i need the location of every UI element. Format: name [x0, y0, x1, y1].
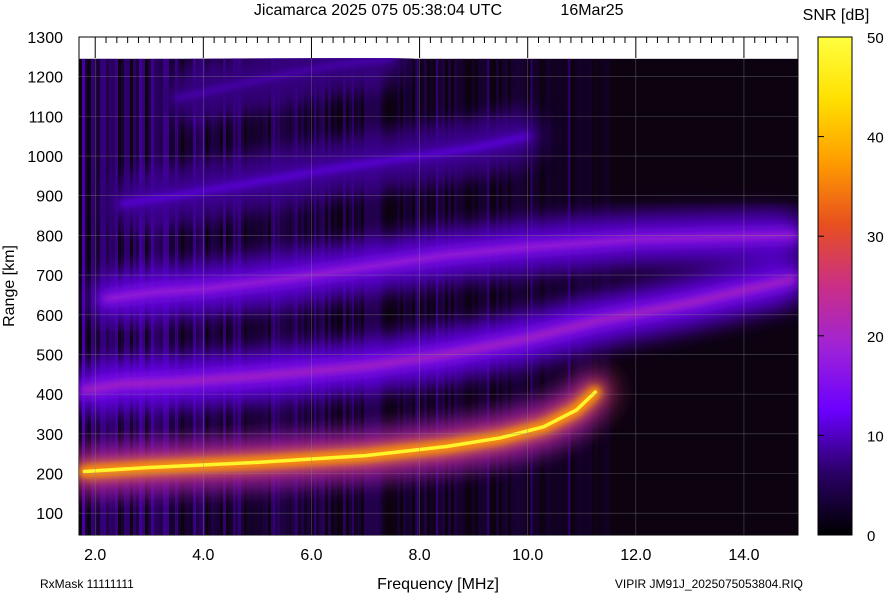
colorbar-tick-label: 20 [867, 329, 884, 346]
y-axis-label: Range [km] [1, 245, 18, 327]
x-tick-label: 2.0 [84, 547, 106, 564]
y-tick-label: 500 [36, 347, 63, 364]
y-tick-label: 300 [36, 427, 63, 444]
x-tick-label: 14.0 [728, 547, 759, 564]
y-tick-label: 1200 [27, 70, 63, 87]
x-axis-label: Frequency [MHz] [377, 576, 499, 593]
y-tick-label: 1100 [29, 109, 64, 126]
y-tick-label: 100 [36, 506, 63, 523]
x-tick-label: 12.0 [620, 547, 651, 564]
chart-date: 16Mar25 [560, 2, 623, 19]
rxmask-label: RxMask 11111111 [40, 577, 134, 591]
colorbar-tick-label: 10 [867, 428, 884, 445]
x-tick-label: 8.0 [408, 547, 430, 564]
y-tick-label: 1300 [27, 30, 63, 47]
colorbar-label: SNR [dB] [803, 7, 870, 24]
file-label: VIPIR JM91J_2025075053804.RIQ [615, 577, 803, 591]
colorbar [817, 36, 853, 536]
y-tick-label: 600 [36, 308, 63, 325]
x-tick-label: 6.0 [300, 547, 322, 564]
colorbar-tick-label: 40 [867, 130, 884, 147]
x-tick-label: 4.0 [192, 547, 214, 564]
x-tick-label: 10.0 [512, 547, 543, 564]
y-tick-label: 1000 [27, 149, 63, 166]
y-tick-label: 200 [36, 466, 63, 483]
colorbar-tick-label: 0 [867, 528, 875, 545]
y-tick-label: 400 [36, 387, 63, 404]
y-tick-label: 800 [36, 228, 63, 245]
colorbar-tick-label: 50 [867, 30, 884, 47]
chart-title: Jicamarca 2025 075 05:38:04 UTC [254, 2, 502, 19]
ionogram-chart: Jicamarca 2025 075 05:38:04 UTC 16Mar25 … [1, 2, 884, 593]
y-tick-label: 900 [36, 189, 63, 206]
y-tick-label: 700 [36, 268, 63, 285]
colorbar-tick-label: 30 [867, 229, 884, 246]
